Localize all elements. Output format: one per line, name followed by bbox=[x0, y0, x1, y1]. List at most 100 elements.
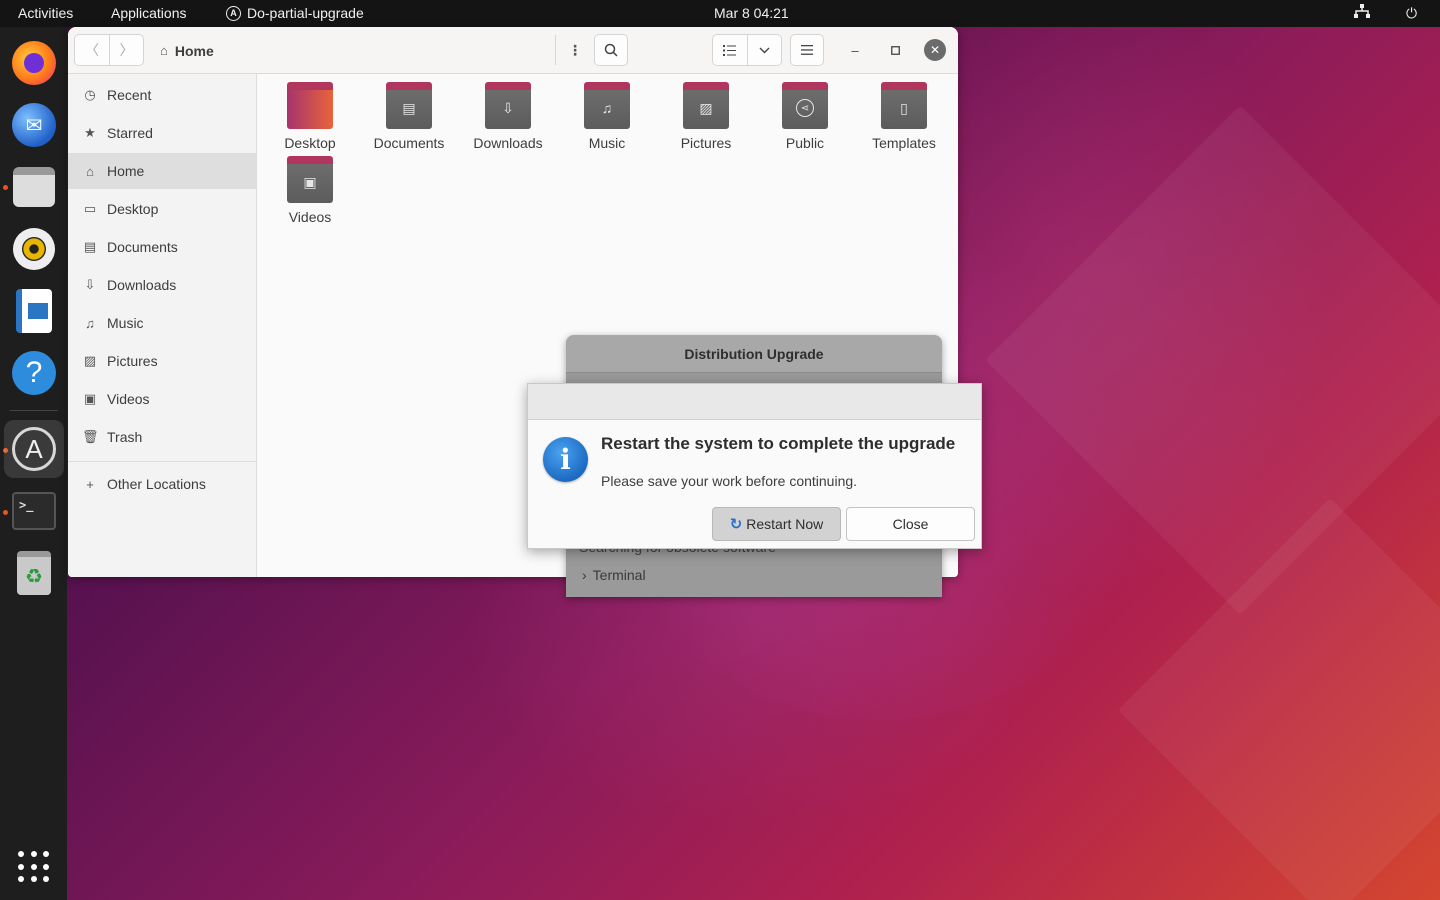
maximize-button[interactable] bbox=[884, 39, 906, 61]
folder-music[interactable]: ♫ Music bbox=[559, 79, 655, 151]
app-grid-icon bbox=[18, 851, 50, 883]
download-icon: ⇩ bbox=[84, 277, 96, 292]
dock-rhythmbox[interactable] bbox=[11, 226, 57, 272]
folder-label: Templates bbox=[872, 135, 936, 151]
main-menu-button[interactable] bbox=[790, 34, 824, 66]
folder-templates[interactable]: ▯ Templates bbox=[856, 79, 952, 151]
public-folder-icon: ⋖ bbox=[782, 82, 828, 129]
restart-now-button[interactable]: ↻ Restart Now bbox=[712, 507, 841, 541]
show-applications-button[interactable] bbox=[11, 844, 57, 890]
wallpaper-shape bbox=[1117, 497, 1440, 900]
active-app-menu[interactable]: A Do-partial-upgrade bbox=[226, 0, 364, 27]
power-icon[interactable]: ⏻ bbox=[1406, 0, 1417, 27]
dock-trash[interactable]: ♻ bbox=[11, 550, 57, 596]
firefox-icon bbox=[12, 41, 56, 85]
trash-icon: ♻ bbox=[17, 551, 51, 595]
videos-folder-icon: ▣ bbox=[287, 156, 333, 203]
files-icon bbox=[13, 167, 55, 207]
trash-icon: 🗑︎ bbox=[82, 429, 99, 444]
sidebar-item-label: Desktop bbox=[107, 201, 159, 217]
path-bar-home[interactable]: ⌂ Home bbox=[160, 27, 214, 74]
info-icon: i bbox=[543, 437, 588, 482]
folder-public[interactable]: ⋖ Public bbox=[757, 79, 853, 151]
sidebar-item-label: Home bbox=[107, 163, 145, 179]
dock-firefox[interactable] bbox=[11, 40, 57, 86]
dock: ✉ ? A >_ ♻ bbox=[0, 27, 67, 900]
path-menu-button[interactable]: ⋮ bbox=[565, 34, 585, 66]
applications-menu[interactable]: Applications bbox=[111, 0, 187, 27]
places-sidebar: ◷ Recent ★ Starred ⌂ Home ▭ Desktop ▤ Documen… bbox=[68, 74, 257, 577]
folder-videos[interactable]: ▣ Videos bbox=[262, 153, 358, 225]
home-icon: ⌂ bbox=[86, 163, 94, 179]
view-toggle bbox=[712, 34, 782, 66]
chevron-down-icon bbox=[759, 47, 770, 53]
clock[interactable]: Mar 8 04:21 bbox=[714, 0, 789, 27]
dock-files[interactable] bbox=[11, 164, 57, 210]
sidebar-item-music[interactable]: ♫ Music bbox=[68, 305, 256, 341]
sidebar-item-recent[interactable]: ◷ Recent bbox=[68, 77, 256, 113]
search-button[interactable] bbox=[594, 34, 628, 66]
plus-icon: + bbox=[86, 476, 94, 492]
active-app-name: Do-partial-upgrade bbox=[247, 5, 364, 21]
folder-label: Documents bbox=[373, 135, 445, 151]
sidebar-item-label: Pictures bbox=[107, 353, 158, 369]
dock-software-updater[interactable]: A bbox=[4, 420, 64, 478]
software-updater-icon: A bbox=[12, 427, 56, 471]
running-indicator bbox=[3, 510, 8, 515]
maximize-icon bbox=[890, 45, 900, 55]
sidebar-item-desktop[interactable]: ▭ Desktop bbox=[68, 191, 256, 227]
folder-label: Pictures bbox=[680, 135, 732, 151]
list-icon bbox=[723, 44, 737, 56]
sidebar-item-trash[interactable]: 🗑︎ Trash bbox=[68, 419, 256, 455]
sidebar-item-starred[interactable]: ★ Starred bbox=[68, 115, 256, 151]
folder-downloads[interactable]: ⇩ Downloads bbox=[460, 79, 556, 151]
view-options-button[interactable] bbox=[746, 35, 781, 65]
network-icon[interactable] bbox=[1354, 0, 1370, 27]
dock-writer[interactable] bbox=[11, 288, 57, 334]
list-view-button[interactable] bbox=[713, 35, 747, 65]
sidebar-item-home[interactable]: ⌂ Home bbox=[68, 153, 256, 189]
dialog-titlebar[interactable] bbox=[528, 384, 981, 420]
folder-desktop[interactable]: Desktop bbox=[262, 79, 358, 151]
sidebar-item-videos[interactable]: ▣ Videos bbox=[68, 381, 256, 417]
sidebar-separator bbox=[68, 461, 256, 462]
minimize-button[interactable]: – bbox=[844, 39, 866, 61]
activities-button[interactable]: Activities bbox=[18, 0, 73, 27]
terminal-expander-label: Terminal bbox=[592, 567, 646, 583]
forward-button[interactable]: 〉 bbox=[108, 35, 143, 65]
dock-help[interactable]: ? bbox=[11, 350, 57, 396]
close-label: Close bbox=[892, 516, 929, 532]
folder-label: Music bbox=[588, 135, 626, 151]
restart-now-label: Restart Now bbox=[746, 516, 824, 532]
sidebar-item-label: Downloads bbox=[107, 277, 177, 293]
video-icon: ▣ bbox=[83, 391, 97, 406]
folder-pictures[interactable]: ▨ Pictures bbox=[658, 79, 754, 151]
dialog-title: Restart the system to complete the upgra… bbox=[601, 434, 956, 453]
dock-terminal[interactable]: >_ bbox=[11, 488, 57, 534]
restart-dialog: i Restart the system to complete the upg… bbox=[527, 383, 982, 549]
close-window-button[interactable]: ✕ bbox=[924, 39, 946, 61]
terminal-expander[interactable]: › Terminal bbox=[582, 567, 646, 583]
picture-icon: ▨ bbox=[83, 353, 97, 368]
folder-documents[interactable]: ▤ Documents bbox=[361, 79, 457, 151]
folder-label: Desktop bbox=[284, 135, 336, 151]
headerbar-separator bbox=[555, 35, 556, 65]
document-icon: ▤ bbox=[83, 239, 97, 254]
window-title: Distribution Upgrade bbox=[566, 335, 942, 373]
sidebar-item-other-locations[interactable]: + Other Locations bbox=[68, 466, 256, 502]
templates-folder-icon: ▯ bbox=[881, 82, 927, 129]
close-button[interactable]: Close bbox=[846, 507, 975, 541]
sidebar-item-label: Music bbox=[107, 315, 144, 331]
dock-thunderbird[interactable]: ✉ bbox=[11, 102, 57, 148]
writer-icon bbox=[16, 289, 52, 333]
refresh-icon: ↻ bbox=[729, 516, 743, 533]
back-button[interactable]: 〈 bbox=[75, 35, 109, 65]
sidebar-item-documents[interactable]: ▤ Documents bbox=[68, 229, 256, 265]
chevron-right-icon: › bbox=[582, 567, 587, 583]
path-label: Home bbox=[174, 42, 214, 59]
help-icon: ? bbox=[12, 351, 56, 395]
sidebar-item-pictures[interactable]: ▨ Pictures bbox=[68, 343, 256, 379]
navigation-buttons: 〈 〉 bbox=[74, 34, 144, 66]
music-folder-icon: ♫ bbox=[584, 82, 630, 129]
sidebar-item-downloads[interactable]: ⇩ Downloads bbox=[68, 267, 256, 303]
